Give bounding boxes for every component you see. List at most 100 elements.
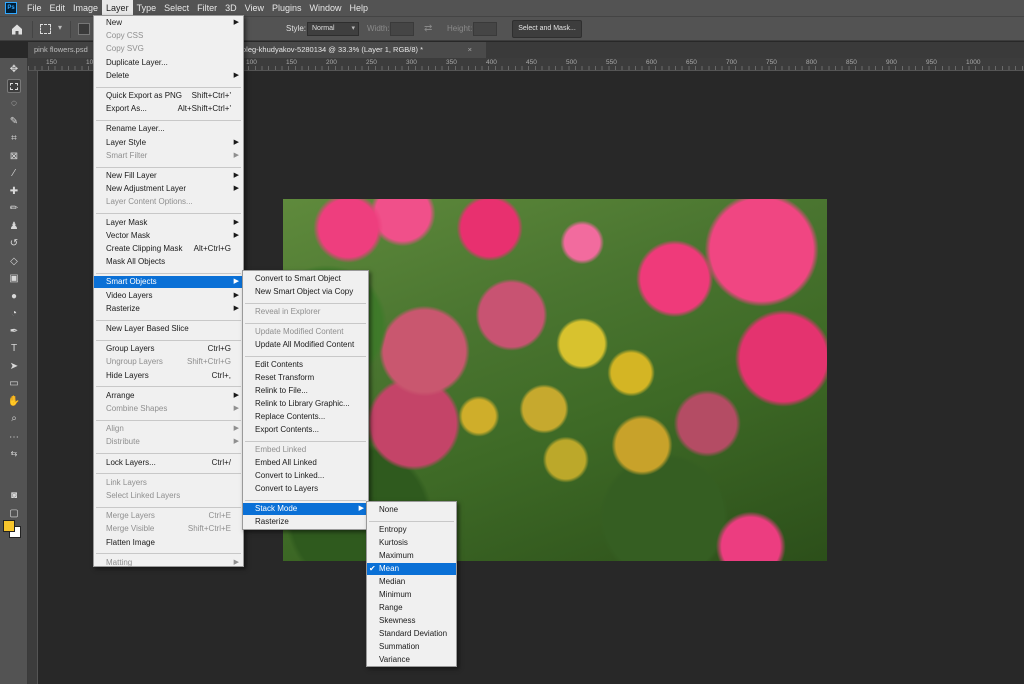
swap-width-height-icon[interactable]: ⇄ (424, 23, 432, 34)
eraser-tool-icon[interactable]: ◇ (7, 254, 21, 268)
menu-item-copy-svg[interactable]: Copy SVG (94, 43, 243, 55)
menu-item-embed-all-linked[interactable]: Embed All Linked (243, 457, 368, 469)
menu-item-matting[interactable]: Matting ▶ (94, 557, 243, 569)
menu-3d[interactable]: 3D (221, 0, 241, 16)
gradient-tool-icon[interactable]: ▣ (7, 271, 21, 285)
history-brush-tool-icon[interactable]: ↺ (7, 236, 21, 250)
rectangular-marquee-preset-icon[interactable] (40, 24, 51, 34)
menu-type[interactable]: Type (133, 0, 161, 16)
menu-file[interactable]: File (23, 0, 46, 16)
menu-item-new-layer-based-slice[interactable]: New Layer Based Slice (94, 323, 243, 335)
menu-item-reveal-in-explorer[interactable]: Reveal in Explorer (243, 306, 368, 318)
swap-colors-icon[interactable]: ⇆ (7, 446, 21, 460)
menu-item-convert-to-layers[interactable]: Convert to Layers (243, 483, 368, 495)
crop-tool-icon[interactable]: ⌗ (7, 131, 21, 145)
hand-tool-icon[interactable]: ✋ (7, 394, 21, 408)
frame-tool-icon[interactable]: ⊠ (7, 149, 21, 163)
lasso-tool-icon[interactable]: ◌ (7, 96, 21, 110)
menu-item-mask-all-objects[interactable]: Mask All Objects (94, 256, 243, 268)
menu-item-relink-to-file[interactable]: Relink to File... (243, 385, 368, 397)
menu-item-layer-style[interactable]: Layer Style ▶ (94, 137, 243, 149)
menu-item-new-adjustment-layer[interactable]: New Adjustment Layer ▶ (94, 183, 243, 195)
menu-item-export-as[interactable]: Export As... Alt+Shift+Ctrl+' (94, 103, 243, 115)
menu-help[interactable]: Help (346, 0, 373, 16)
menu-item-reset-transform[interactable]: Reset Transform (243, 372, 368, 384)
menu-item-convert-to-linked[interactable]: Convert to Linked... (243, 470, 368, 482)
menu-item-none[interactable]: None (367, 504, 456, 516)
menu-item-replace-contents[interactable]: Replace Contents... (243, 411, 368, 423)
quick-mask-icon[interactable]: ◙ (7, 488, 21, 502)
close-icon[interactable]: × (468, 42, 472, 58)
menu-item-delete[interactable]: Delete ▶ (94, 70, 243, 82)
move-tool-icon[interactable]: ✥ (7, 62, 21, 76)
menu-item-quick-export-as-png[interactable]: Quick Export as PNG Shift+Ctrl+' (94, 90, 243, 102)
new-selection-icon[interactable] (78, 23, 90, 35)
menu-item-relink-to-library-graphic[interactable]: Relink to Library Graphic... (243, 398, 368, 410)
menu-item-rasterize[interactable]: Rasterize (243, 516, 368, 528)
menu-item-duplicate-layer[interactable]: Duplicate Layer... (94, 57, 243, 69)
menu-item-stack-mode[interactable]: Stack Mode ▶ (243, 503, 368, 515)
menu-item-merge-layers[interactable]: Merge Layers Ctrl+E (94, 510, 243, 522)
menu-item-ungroup-layers[interactable]: Ungroup Layers Shift+Ctrl+G (94, 356, 243, 368)
menu-item-hide-layers[interactable]: Hide Layers Ctrl+, (94, 370, 243, 382)
menu-item-copy-css[interactable]: Copy CSS (94, 30, 243, 42)
menu-item-select-linked-layers[interactable]: Select Linked Layers (94, 490, 243, 502)
menu-item-arrange[interactable]: Arrange ▶ (94, 390, 243, 402)
menu-item-export-contents[interactable]: Export Contents... (243, 424, 368, 436)
menu-item-layer-mask[interactable]: Layer Mask ▶ (94, 217, 243, 229)
menu-item-standard-deviation[interactable]: Standard Deviation (367, 628, 456, 640)
menu-item-new-fill-layer[interactable]: New Fill Layer ▶ (94, 170, 243, 182)
menu-item-mean[interactable]: ✔ Mean (367, 563, 456, 575)
menu-item-align[interactable]: Align ▶ (94, 423, 243, 435)
path-selection-tool-icon[interactable]: ➤ (7, 359, 21, 373)
menu-item-variance[interactable]: Variance (367, 654, 456, 666)
more-tools-icon[interactable]: ⋯ (7, 430, 21, 444)
menu-item-create-clipping-mask[interactable]: Create Clipping Mask Alt+Ctrl+G (94, 243, 243, 255)
menu-item-embed-linked[interactable]: Embed Linked (243, 444, 368, 456)
menu-plugins[interactable]: Plugins (268, 0, 306, 16)
menu-item-median[interactable]: Median (367, 576, 456, 588)
menu-view[interactable]: View (241, 0, 268, 16)
menu-item-update-modified-content[interactable]: Update Modified Content (243, 326, 368, 338)
height-field[interactable] (473, 22, 497, 36)
menu-item-lock-layers[interactable]: Lock Layers... Ctrl+/ (94, 457, 243, 469)
brush-tool-icon[interactable]: ✏ (7, 201, 21, 215)
menu-item-kurtosis[interactable]: Kurtosis (367, 537, 456, 549)
quick-selection-tool-icon[interactable]: ✎ (7, 114, 21, 128)
menu-item-skewness[interactable]: Skewness (367, 615, 456, 627)
clone-stamp-tool-icon[interactable]: ♟ (7, 219, 21, 233)
chevron-down-icon[interactable]: ▾ (58, 23, 62, 32)
foreground-color-swatch[interactable] (3, 520, 15, 532)
menu-item-maximum[interactable]: Maximum (367, 550, 456, 562)
menu-item-video-layers[interactable]: Video Layers ▶ (94, 290, 243, 302)
menu-item-entropy[interactable]: Entropy (367, 524, 456, 536)
menu-item-layer-content-options[interactable]: Layer Content Options... (94, 196, 243, 208)
menu-item-smart-filter[interactable]: Smart Filter ▶ (94, 150, 243, 162)
zoom-tool-icon[interactable]: ⌕ (7, 411, 21, 425)
pen-tool-icon[interactable]: ✒ (7, 324, 21, 338)
menu-item-link-layers[interactable]: Link Layers (94, 477, 243, 489)
menu-edit[interactable]: Edit (46, 0, 70, 16)
menu-item-distribute[interactable]: Distribute ▶ (94, 436, 243, 448)
menu-image[interactable]: Image (69, 0, 102, 16)
rectangle-tool-icon[interactable]: ▭ (7, 376, 21, 390)
menu-item-summation[interactable]: Summation (367, 641, 456, 653)
menu-item-rename-layer[interactable]: Rename Layer... (94, 123, 243, 135)
menu-item-rasterize[interactable]: Rasterize ▶ (94, 303, 243, 315)
menu-item-merge-visible[interactable]: Merge Visible Shift+Ctrl+E (94, 523, 243, 535)
menu-item-new-smart-object-via-copy[interactable]: New Smart Object via Copy (243, 286, 368, 298)
healing-brush-tool-icon[interactable]: ✚ (7, 184, 21, 198)
menu-layer[interactable]: Layer (102, 0, 133, 16)
menu-item-minimum[interactable]: Minimum (367, 589, 456, 601)
screen-mode-icon[interactable]: ▢ (7, 506, 21, 520)
menu-item-vector-mask[interactable]: Vector Mask ▶ (94, 230, 243, 242)
menu-select[interactable]: Select (160, 0, 193, 16)
menu-item-flatten-image[interactable]: Flatten Image (94, 537, 243, 549)
menu-item-edit-contents[interactable]: Edit Contents (243, 359, 368, 371)
menu-filter[interactable]: Filter (193, 0, 221, 16)
style-select[interactable]: Normal (307, 22, 359, 36)
menu-item-update-all-modified-content[interactable]: Update All Modified Content (243, 339, 368, 351)
menu-item-convert-to-smart-object[interactable]: Convert to Smart Object (243, 273, 368, 285)
home-icon[interactable] (10, 22, 24, 36)
menu-item-smart-objects[interactable]: Smart Objects ▶ (94, 276, 243, 289)
